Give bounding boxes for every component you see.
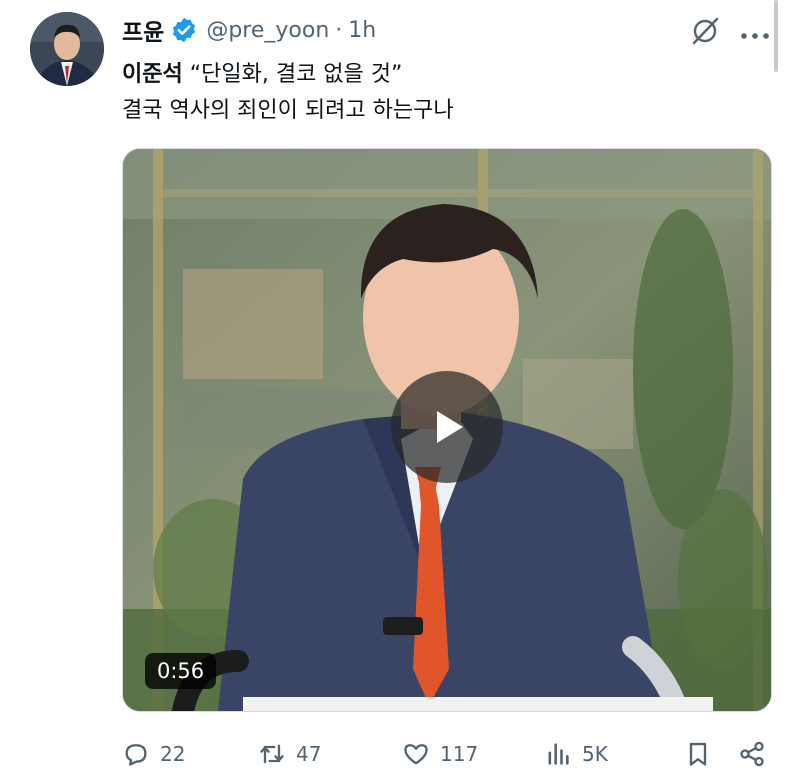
reply-count: 22 — [160, 742, 186, 766]
grok-icon[interactable] — [690, 16, 720, 46]
author-handle[interactable]: @pre_yoon — [206, 18, 329, 43]
reply-icon — [125, 744, 147, 766]
video-duration: 0:56 — [145, 653, 217, 689]
verified-badge-icon — [170, 16, 198, 44]
avatar[interactable] — [30, 12, 104, 86]
tweet-header: 프윤 @pre_yoon · 1h — [122, 13, 376, 47]
bookmark-icon — [689, 742, 707, 766]
quote-text: “단일화, 결코 없을 것” — [182, 62, 403, 87]
play-button[interactable] — [391, 371, 503, 483]
video-player[interactable]: 0:56 — [122, 148, 772, 712]
views-button[interactable]: 5K — [544, 734, 608, 774]
action-bar: 22 47 117 5K — [122, 734, 772, 774]
like-icon — [404, 744, 428, 765]
separator-dot: · — [335, 17, 343, 43]
like-button[interactable]: 117 — [402, 734, 478, 774]
scrollbar[interactable] — [774, 0, 778, 72]
like-count: 117 — [440, 742, 479, 766]
tweet-text-line-1: 이준석 “단일화, 결코 없을 것” — [122, 56, 402, 88]
views-icon — [548, 743, 569, 765]
tweet-text-line-2: 결국 역사의 죄인이 되려고 하는구나 — [122, 98, 454, 123]
mentioned-name: 이준석 — [122, 62, 183, 87]
play-icon — [437, 411, 463, 443]
share-icon — [740, 741, 764, 767]
reply-button[interactable]: 22 — [122, 734, 185, 774]
more-icon[interactable] — [740, 26, 770, 39]
share-button[interactable] — [738, 734, 776, 774]
timestamp[interactable]: 1h — [348, 18, 376, 43]
repost-count: 47 — [296, 742, 322, 766]
views-count: 5K — [582, 742, 608, 766]
repost-icon — [260, 744, 284, 764]
author-name[interactable]: 프윤 — [122, 13, 164, 47]
bookmark-button[interactable] — [684, 734, 722, 774]
repost-button[interactable]: 47 — [258, 734, 321, 774]
